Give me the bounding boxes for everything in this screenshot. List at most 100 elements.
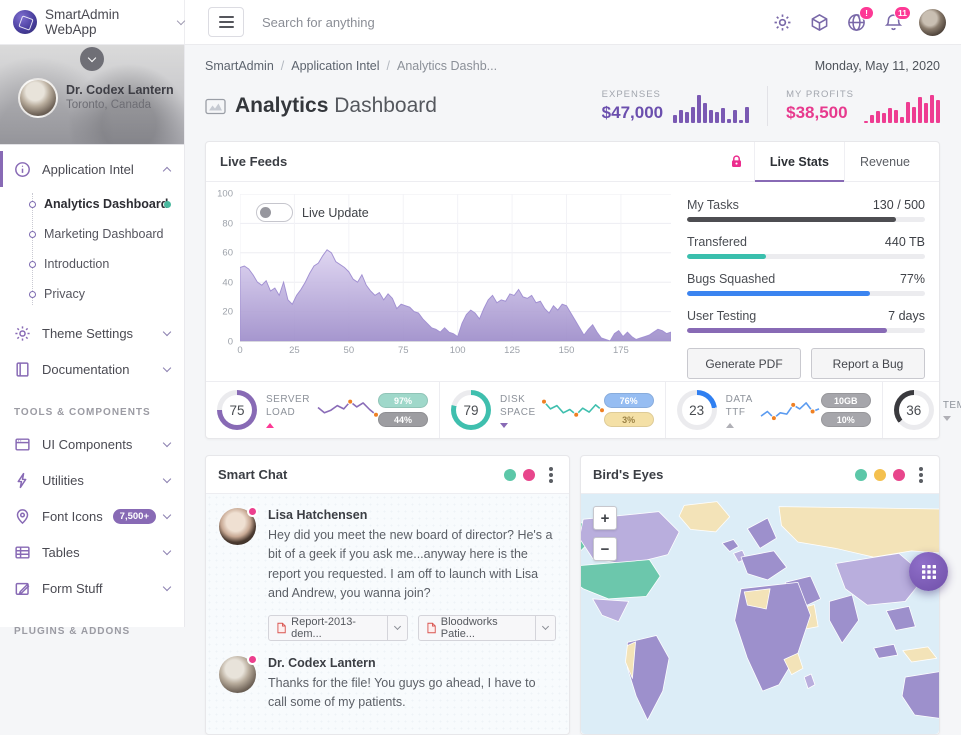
message-text: Thanks for the file! You guys go ahead, …: [268, 674, 556, 713]
sidebar-item-marketing-dashboard[interactable]: Marketing Dashboard: [0, 219, 184, 249]
chevron-down-icon: [163, 474, 171, 482]
menu-toggle-button[interactable]: [208, 7, 244, 37]
report-bug-button[interactable]: Report a Bug: [811, 348, 925, 379]
live-update-toggle[interactable]: Live Update: [256, 203, 369, 222]
sidebar-item-theme-settings[interactable]: Theme Settings: [0, 315, 184, 351]
sidebar-subitem-label: Analytics Dashboard: [44, 197, 168, 211]
breadcrumb-item[interactable]: Application Intel: [291, 59, 379, 73]
chevron-down-icon: [177, 16, 185, 24]
avatar-codex[interactable]: [219, 656, 256, 693]
temp-ring: 36: [894, 390, 934, 430]
app-shortcuts-fab[interactable]: [909, 552, 948, 591]
progress-bar: [687, 254, 925, 259]
sidebar-item-font-icons[interactable]: Font Icons 7,500+: [0, 498, 184, 534]
attachment-dropdown[interactable]: [387, 616, 407, 640]
attachment-dropdown[interactable]: [535, 616, 555, 640]
brand[interactable]: SmartAdmin WebApp: [0, 0, 185, 44]
bullet-icon: [29, 261, 36, 268]
sidebar-subitem-label: Privacy: [44, 287, 85, 301]
status-dot-teal: [504, 469, 516, 481]
tile-data-ttf: 23 DATATTF 10GB10%: [666, 382, 883, 438]
toggle-switch[interactable]: [256, 203, 293, 222]
tile-disk-space: 79 DISKSPACE 76%3%: [440, 382, 666, 438]
chevron-down-icon: [163, 546, 171, 554]
chevron-down-icon: [163, 438, 171, 446]
disk-space-ring: 79: [451, 390, 491, 430]
tile-temp: 36 TEMP. 12440F: [883, 382, 961, 438]
sidebar-item-utilities[interactable]: Utilities: [0, 462, 184, 498]
tile-label: SERVERLOAD: [266, 393, 310, 428]
tab-live-stats[interactable]: Live Stats: [754, 142, 844, 181]
window-icon: [14, 436, 31, 453]
profits-bars: [864, 95, 940, 123]
bullet-icon: [29, 201, 36, 208]
apps-cube-icon[interactable]: [808, 11, 830, 33]
map-zoom-out-button[interactable]: −: [593, 537, 617, 561]
expenses-bars: [673, 95, 749, 123]
sidebar-item-application-intel[interactable]: Application Intel: [0, 151, 184, 187]
message-text: Hey did you meet the new board of direct…: [268, 526, 556, 604]
toggle-label: Live Update: [302, 206, 369, 220]
user-avatar[interactable]: [919, 9, 946, 36]
status-dot-pink: [893, 469, 905, 481]
divider: [767, 86, 768, 126]
tile-badge: 10GB: [821, 393, 871, 408]
progress-bar: [687, 291, 925, 296]
sidebar-item-label: Form Stuff: [42, 581, 102, 596]
live-chart-xlabels: 0255075100125150175: [240, 342, 671, 358]
app-logo-icon: [13, 10, 37, 34]
tile-badge: 3%: [604, 412, 654, 427]
live-feeds-card: Live Feeds Live Stats Revenue Live Updat…: [205, 141, 940, 439]
sidebar-item-label: Tables: [42, 545, 80, 560]
profile-collapse-button[interactable]: [80, 47, 104, 71]
tile-badge: 76%: [604, 393, 654, 408]
sidebar-item-introduction[interactable]: Introduction: [0, 249, 184, 279]
attachment-bloodworks[interactable]: Bloodworks Patie...: [418, 615, 556, 641]
world-map-svg: [581, 494, 939, 734]
bullet-icon: [29, 291, 36, 298]
profits-value: $38,500: [786, 103, 854, 123]
sidebar-item-label: Theme Settings: [42, 326, 133, 341]
trend-up-icon: [266, 423, 274, 428]
kebab-menu-icon[interactable]: [549, 473, 553, 477]
chat-message: Lisa Hatchensen Hey did you meet the new…: [219, 508, 556, 641]
avatar-lisa[interactable]: [219, 508, 256, 545]
grid-icon: [921, 564, 937, 580]
sidebar-item-analytics-dashboard[interactable]: Analytics Dashboard: [0, 189, 184, 219]
profile-avatar[interactable]: [18, 78, 58, 118]
map-zoom-in-button[interactable]: +: [593, 506, 617, 530]
live-stats-panel: My Tasks130 / 500 Transfered440 TB Bugs …: [687, 194, 925, 379]
metric-transfered: Transfered440 TB: [687, 235, 925, 259]
settings-gear-icon[interactable]: [771, 11, 793, 33]
progress-bar: [687, 328, 925, 333]
chevron-up-icon: [163, 166, 171, 174]
world-map[interactable]: + −: [581, 494, 939, 734]
chevron-down-icon: [163, 363, 171, 371]
sidebar-item-tables[interactable]: Tables: [0, 534, 184, 570]
breadcrumb-item-current: Analytics Dashb...: [397, 59, 497, 73]
breadcrumb: SmartAdmin / Application Intel / Analyti…: [205, 59, 497, 73]
sidebar-item-ui-components[interactable]: UI Components: [0, 426, 184, 462]
live-feeds-title: Live Feeds: [220, 154, 287, 169]
tile-badge: 44%: [378, 412, 428, 427]
tab-revenue[interactable]: Revenue: [844, 142, 925, 181]
profits-label: MY PROFITS: [786, 89, 854, 100]
generate-pdf-button[interactable]: Generate PDF: [687, 348, 801, 379]
sidebar-item-form-stuff[interactable]: Form Stuff: [0, 570, 184, 606]
attachment-report[interactable]: Report-2013-dem...: [268, 615, 408, 641]
language-globe-icon[interactable]: !: [845, 11, 867, 33]
tile-label: TEMP.: [943, 399, 961, 421]
kebab-menu-icon[interactable]: [919, 473, 923, 477]
chevron-down-icon: [163, 327, 171, 335]
trend-up-icon: [726, 423, 734, 428]
sidebar-item-documentation[interactable]: Documentation: [0, 351, 184, 387]
tile-server-load: 75 SERVERLOAD 97%44%: [206, 382, 440, 438]
lock-icon: [729, 154, 744, 169]
sidebar-item-privacy[interactable]: Privacy: [0, 279, 184, 309]
pdf-file-icon: [277, 622, 286, 634]
active-indicator-dot: [164, 201, 171, 208]
search-input[interactable]: [262, 15, 582, 30]
gear-icon: [14, 325, 31, 342]
notifications-bell-icon[interactable]: 11: [882, 11, 904, 33]
breadcrumb-item[interactable]: SmartAdmin: [205, 59, 274, 73]
